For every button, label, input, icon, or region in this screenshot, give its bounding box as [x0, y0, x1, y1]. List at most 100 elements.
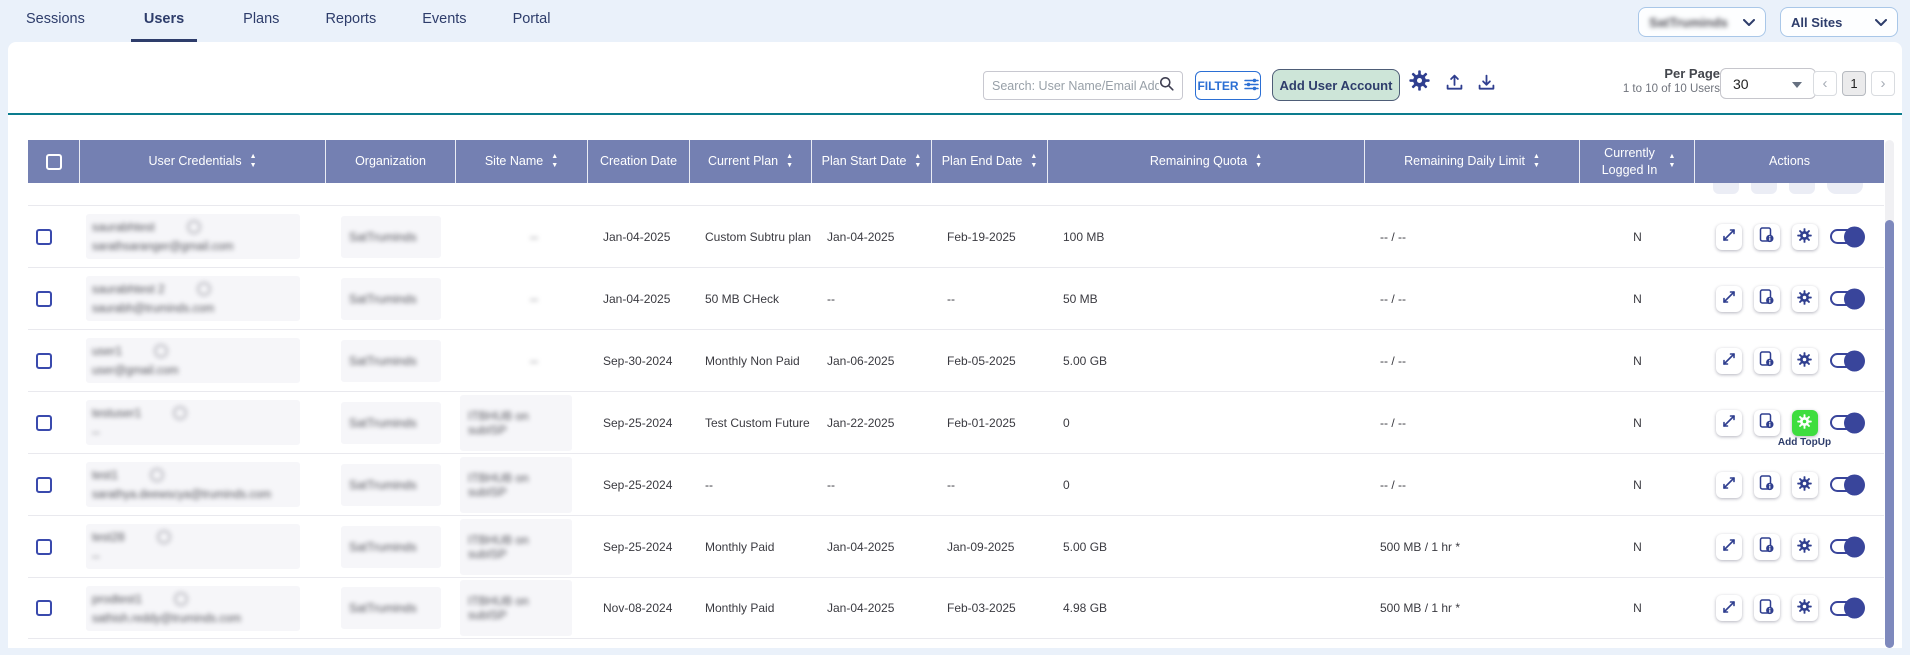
- expand-button[interactable]: [1716, 348, 1742, 374]
- user-enabled-toggle[interactable]: [1830, 353, 1864, 368]
- scrollbar-thumb[interactable]: [1885, 220, 1894, 648]
- tab-reports[interactable]: Reports: [325, 0, 376, 42]
- organization-dropdown[interactable]: SatTruminds: [1638, 7, 1766, 37]
- row-checkbox[interactable]: [36, 539, 52, 555]
- row-settings-button[interactable]: [1792, 472, 1818, 498]
- site-name-blurred: --: [460, 354, 538, 368]
- tab-sessions[interactable]: Sessions: [26, 0, 85, 42]
- device-info-icon: [1759, 413, 1774, 432]
- expand-button[interactable]: [1716, 224, 1742, 250]
- tab-plans[interactable]: Plans: [243, 0, 279, 42]
- search-input[interactable]: [992, 79, 1159, 93]
- actions-cell: Add TopUp: [1695, 410, 1884, 436]
- device-info-button[interactable]: [1754, 224, 1780, 250]
- column-header-site-name[interactable]: Site Name▲▼: [456, 140, 588, 183]
- device-info-button[interactable]: [1754, 286, 1780, 312]
- device-info-button[interactable]: [1754, 348, 1780, 374]
- blurred-organization-box: SatTruminds: [341, 278, 441, 320]
- column-header-plan-start-date[interactable]: Plan Start Date▲▼: [812, 140, 932, 183]
- device-info-icon: [1759, 537, 1774, 556]
- column-header-current-plan[interactable]: Current Plan▲▼: [690, 140, 812, 183]
- column-label: Currently Logged In: [1599, 145, 1661, 178]
- sort-arrows-icon[interactable]: ▲▼: [1533, 154, 1540, 169]
- add-topup-button[interactable]: [1792, 410, 1818, 436]
- user-credentials-cell: user1user@gmail.com: [80, 338, 326, 383]
- user-enabled-toggle[interactable]: [1830, 601, 1864, 616]
- user-credentials-cell: test28--: [80, 524, 326, 569]
- add-user-account-button[interactable]: Add User Account: [1272, 69, 1400, 101]
- plan-end-date-cell: Feb-01-2025: [932, 416, 1048, 430]
- currently-logged-in-cell: N: [1580, 478, 1695, 492]
- toggle-knob: [1844, 350, 1865, 371]
- organization-blurred: SatTruminds: [349, 230, 417, 244]
- organization-cell: SatTruminds: [326, 464, 456, 506]
- tab-events[interactable]: Events: [422, 0, 466, 42]
- row-checkbox[interactable]: [36, 600, 52, 616]
- row-checkbox[interactable]: [36, 477, 52, 493]
- user-enabled-toggle[interactable]: [1830, 539, 1864, 554]
- device-info-button[interactable]: [1754, 595, 1780, 621]
- device-info-button[interactable]: [1754, 472, 1780, 498]
- expand-button[interactable]: [1716, 534, 1742, 560]
- filter-button[interactable]: FILTER: [1195, 71, 1261, 100]
- settings-gear-button[interactable]: [1407, 71, 1431, 95]
- per-page-select[interactable]: 30: [1720, 68, 1816, 99]
- device-info-button[interactable]: [1754, 410, 1780, 436]
- organization-cell: SatTruminds: [326, 278, 456, 320]
- next-page-button[interactable]: ›: [1871, 71, 1895, 96]
- sort-arrows-icon[interactable]: ▲▼: [914, 154, 921, 169]
- blurred-credentials-box: saurabhtestsarathsaranger@gmail.com: [86, 214, 300, 259]
- tab-users[interactable]: Users: [131, 0, 197, 42]
- select-all-checkbox[interactable]: [46, 154, 62, 170]
- download-button[interactable]: [1474, 73, 1498, 97]
- device-info-button[interactable]: [1754, 534, 1780, 560]
- row-checkbox[interactable]: [36, 291, 52, 307]
- sites-dropdown[interactable]: All Sites: [1780, 7, 1898, 37]
- chevron-down-icon: [1875, 15, 1887, 30]
- pagination-range-text: 1 to 10 of 10 Users: [1623, 83, 1720, 95]
- row-settings-button[interactable]: [1792, 595, 1818, 621]
- blurred-organization-box: SatTruminds: [341, 402, 441, 444]
- user-status-icon: [173, 406, 187, 420]
- gear-icon: [1797, 352, 1812, 370]
- expand-icon: [1722, 290, 1736, 307]
- tab-portal[interactable]: Portal: [513, 0, 551, 42]
- row-settings-button[interactable]: [1792, 534, 1818, 560]
- user-enabled-toggle[interactable]: [1830, 477, 1864, 492]
- column-header-plan-end-date[interactable]: Plan End Date▲▼: [932, 140, 1048, 183]
- current-plan-cell: --: [690, 478, 812, 492]
- sort-arrows-icon[interactable]: ▲▼: [786, 154, 793, 169]
- remaining-daily-limit-cell: 500 MB / 1 hr *: [1365, 601, 1580, 615]
- user-enabled-toggle[interactable]: [1830, 415, 1864, 430]
- expand-button[interactable]: [1716, 410, 1742, 436]
- column-header-user-credentials[interactable]: User Credentials▲▼: [80, 140, 326, 183]
- sort-arrows-icon[interactable]: ▲▼: [1669, 154, 1676, 169]
- current-page-button[interactable]: 1: [1842, 71, 1866, 96]
- row-settings-button[interactable]: [1792, 286, 1818, 312]
- user-enabled-toggle[interactable]: [1830, 229, 1864, 244]
- sort-arrows-icon[interactable]: ▲▼: [250, 154, 257, 169]
- row-settings-button[interactable]: [1792, 348, 1818, 374]
- row-checkbox[interactable]: [36, 415, 52, 431]
- row-checkbox[interactable]: [36, 353, 52, 369]
- blurred-credentials-box: user1user@gmail.com: [86, 338, 300, 383]
- column-header-currently-logged-in[interactable]: Currently Logged In ▲▼: [1580, 140, 1695, 183]
- sort-arrows-icon[interactable]: ▲▼: [1030, 154, 1037, 169]
- column-header-remaining-daily-limit[interactable]: Remaining Daily Limit▲▼: [1365, 140, 1580, 183]
- toggle-knob: [1844, 598, 1865, 619]
- actions-cell: [1695, 224, 1884, 250]
- expand-button[interactable]: [1716, 595, 1742, 621]
- column-header-remaining-quota[interactable]: Remaining Quota▲▼: [1048, 140, 1365, 183]
- expand-button[interactable]: [1716, 472, 1742, 498]
- row-settings-button[interactable]: [1792, 224, 1818, 250]
- top-nav: Sessions Users Plans Reports Events Portal: [0, 0, 1910, 42]
- row-checkbox[interactable]: [36, 229, 52, 245]
- expand-button[interactable]: [1716, 286, 1742, 312]
- add-topup-label: Add TopUp: [1778, 437, 1831, 448]
- prev-page-button[interactable]: ‹: [1813, 71, 1837, 96]
- upload-button[interactable]: [1442, 73, 1466, 97]
- caret-down-icon: [1791, 76, 1803, 92]
- sort-arrows-icon[interactable]: ▲▼: [551, 154, 558, 169]
- sort-arrows-icon[interactable]: ▲▼: [1255, 154, 1262, 169]
- user-enabled-toggle[interactable]: [1830, 291, 1864, 306]
